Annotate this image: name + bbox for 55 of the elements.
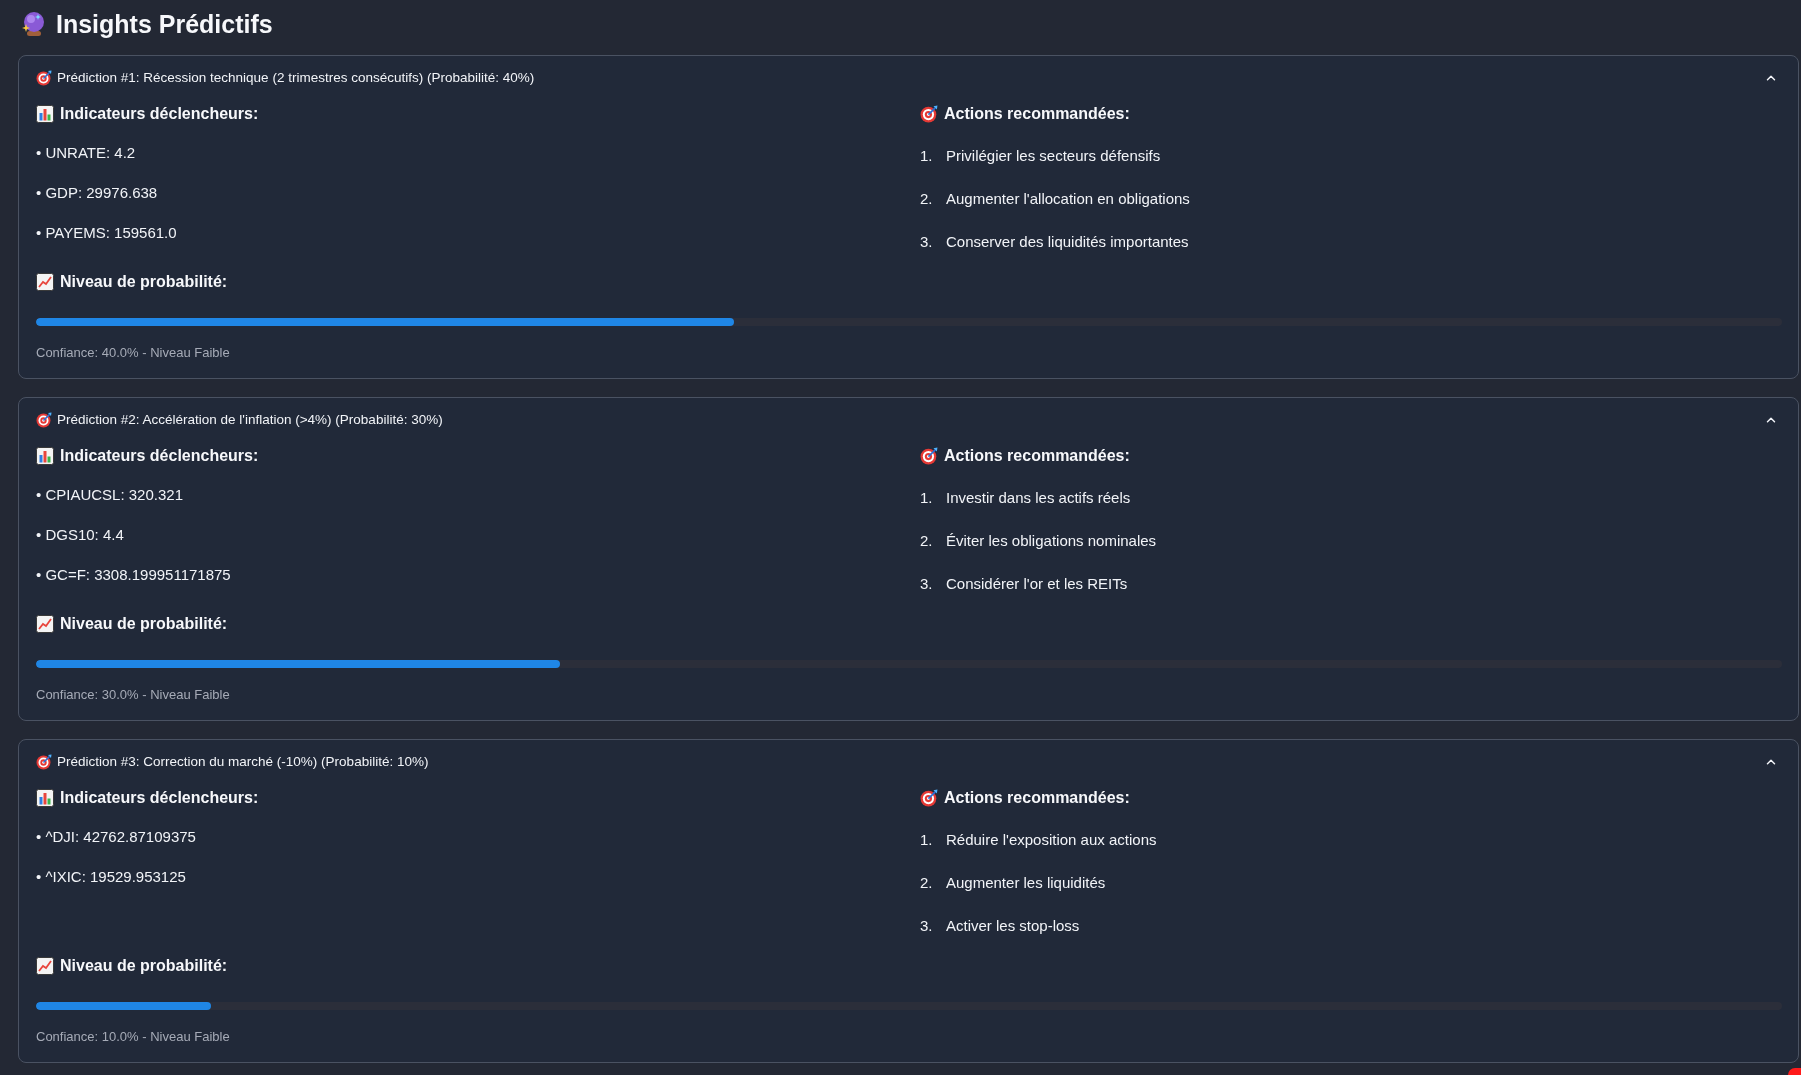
action-item: Éviter les obligations nominales [946, 531, 1157, 551]
list-number: 1. [920, 488, 934, 508]
expander-title[interactable]: Prédiction #3: Correction du marché (-10%) (Probabilité: 10%) [57, 752, 429, 772]
action-item: Investir dans les actifs réels [946, 488, 1131, 508]
action-item: Considérer l'or et les REITs [946, 574, 1128, 594]
indicator-item: • DGS10: 4.4 [36, 525, 124, 545]
target-icon [36, 412, 52, 428]
indicator-item: • GDP: 29976.638 [36, 183, 158, 203]
expander-title[interactable]: Prédiction #2: Accélération de l'inflation (>4%) (Probabilité: 30%) [57, 410, 443, 430]
list-number: 3. [920, 232, 934, 252]
confidence-caption: Confiance: 40.0% - Niveau Faible [36, 344, 230, 362]
section-heading: Niveau de probabilité: [60, 272, 228, 292]
action-item: Privilégier les secteurs défensifs [946, 146, 1161, 166]
rising-chart-icon [36, 957, 54, 975]
indicator-item: • ^DJI: 42762.87109375 [36, 827, 196, 847]
indicator-item: • CPIAUCSL: 320.321 [36, 485, 183, 505]
indicator-item: • PAYEMS: 159561.0 [36, 223, 177, 243]
target-icon [920, 789, 938, 807]
list-number: 3. [920, 574, 934, 594]
action-item: Réduire l'exposition aux actions [946, 830, 1157, 850]
target-icon [920, 447, 938, 465]
list-number: 1. [920, 146, 934, 166]
bar-chart-icon [36, 447, 54, 465]
indicator-item: • GC=F: 3308.199951171875 [36, 565, 231, 585]
target-icon [36, 754, 52, 770]
section-heading: Indicateurs déclencheurs: [60, 788, 259, 808]
bar-chart-icon [36, 789, 54, 807]
crystal-ball-icon [22, 11, 46, 37]
section-heading: Indicateurs déclencheurs: [60, 104, 259, 124]
bar-chart-icon [36, 105, 54, 123]
section-heading: Indicateurs déclencheurs: [60, 446, 259, 466]
target-icon [36, 70, 52, 86]
section-heading: Actions recommandées: [944, 446, 1130, 466]
expander-title[interactable]: Prédiction #1: Récession technique (2 trimestres consécutifs) (Probabilité: 40%) [57, 68, 535, 88]
action-item: Augmenter l'allocation en obligations [946, 189, 1190, 209]
indicator-item: • ^IXIC: 19529.953125 [36, 867, 186, 887]
target-icon [920, 105, 938, 123]
confidence-caption: Confiance: 10.0% - Niveau Faible [36, 1028, 230, 1046]
list-number: 2. [920, 531, 934, 551]
action-item: Activer les stop-loss [946, 916, 1080, 936]
list-number: 1. [920, 830, 934, 850]
page-title: Insights Prédictifs [56, 9, 273, 40]
indicator-item: • UNRATE: 4.2 [36, 143, 136, 163]
rising-chart-icon [36, 273, 54, 291]
action-item: Conserver des liquidités importantes [946, 232, 1189, 252]
action-item: Augmenter les liquidités [946, 873, 1106, 893]
section-heading: Actions recommandées: [944, 104, 1130, 124]
section-heading: Niveau de probabilité: [60, 956, 228, 976]
rising-chart-icon [36, 615, 54, 633]
list-number: 2. [920, 873, 934, 893]
list-number: 2. [920, 189, 934, 209]
section-heading: Niveau de probabilité: [60, 614, 228, 634]
section-heading: Actions recommandées: [944, 788, 1130, 808]
confidence-caption: Confiance: 30.0% - Niveau Faible [36, 686, 230, 704]
list-number: 3. [920, 916, 934, 936]
